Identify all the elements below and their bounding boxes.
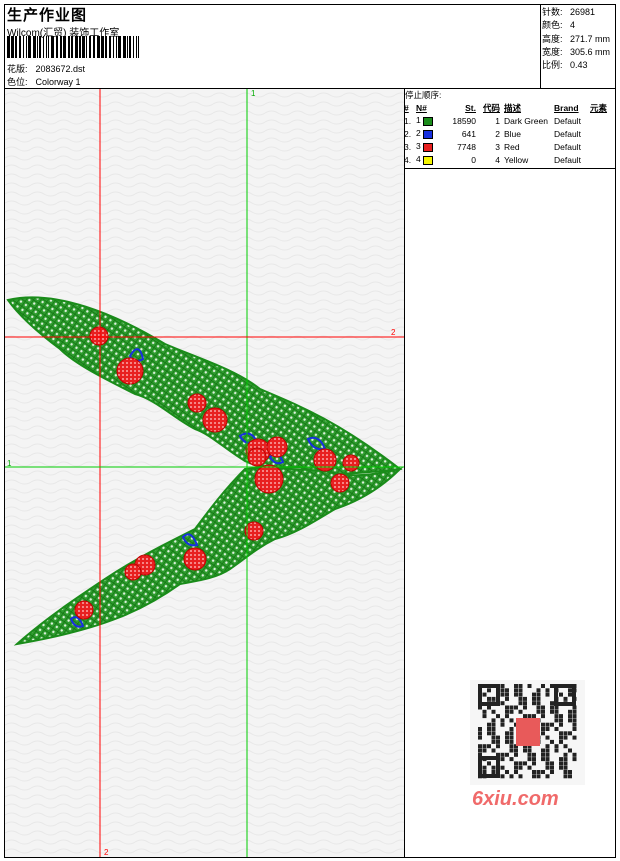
row-element: [590, 127, 616, 140]
stat-value: 26981: [570, 7, 596, 17]
row-stitches: 18590: [452, 115, 476, 126]
stats-divider: [540, 4, 541, 88]
stop-sequence-heading: 停止顺序:: [405, 90, 442, 100]
row-needle: 2: [416, 127, 446, 140]
row-needle: 4: [416, 153, 446, 166]
row-brand: Default: [554, 128, 581, 139]
stat-value: 271.7 mm: [570, 33, 611, 44]
col-header: #: [404, 102, 409, 113]
row-needle: 1: [416, 114, 446, 127]
stat-label: 颜色:: [542, 20, 563, 31]
colorway-value: Colorway 1: [35, 77, 81, 87]
row-index: 4.: [404, 154, 412, 165]
row-description: Red: [504, 141, 520, 152]
stat-value: 0.43: [570, 60, 588, 71]
col-header: N#: [416, 102, 427, 113]
stat-row: 比例: 0.43: [542, 59, 610, 72]
row-index: 3.: [404, 141, 412, 152]
guide-label-v1: 1: [251, 89, 256, 98]
stat-row: 针数: 26981: [542, 6, 610, 19]
color-swatch: [423, 129, 434, 139]
row-code: 3: [495, 141, 500, 152]
row-description: Blue: [504, 128, 522, 139]
guide-label-v2: 2: [104, 848, 109, 857]
table-row: 3. 3 7748 3 Red Default: [404, 140, 616, 153]
design-value: 2083672.dst: [35, 64, 86, 74]
row-description: Dark Green: [504, 115, 548, 126]
row-element: [590, 114, 616, 127]
table-row: 2. 2 641 2 Blue Default: [404, 127, 616, 140]
design-label: 花版:: [7, 64, 28, 74]
stat-row: 宽度: 305.6 mm: [542, 46, 610, 59]
design-stats: 针数: 26981 颜色: 4 高度: 271.7 mm 宽度: 305.6 mm 比例…: [542, 6, 610, 72]
design-canvas[interactable]: 1 2 1 2: [5, 89, 404, 857]
row-element: [590, 140, 616, 153]
canvas-divider: [404, 88, 405, 858]
stamp-seal: [516, 718, 540, 746]
stop-sequence-table: # N# St. 代码 描述 Brand 元素 1. 1 18590 1 Dark G…: [404, 101, 616, 166]
row-brand: Default: [554, 154, 581, 165]
stat-label: 宽度:: [542, 46, 563, 57]
row-code: 2: [495, 128, 500, 139]
design-row: 花版: 2083672.dst: [7, 62, 85, 75]
colorway-label: 色位:: [7, 77, 28, 87]
row-needle: 3: [416, 140, 446, 153]
barcode: [7, 36, 139, 58]
page-title: 生产作业图: [7, 7, 88, 24]
row-brand: Default: [554, 115, 581, 126]
row-brand: Default: [554, 141, 581, 152]
color-swatch: [423, 142, 434, 152]
color-swatch: [423, 116, 434, 126]
guide-label-h2: 2: [391, 328, 396, 337]
row-stitches: 7748: [457, 141, 476, 152]
qr-code: [470, 680, 585, 785]
col-header: Brand: [554, 102, 579, 113]
row-element: [590, 153, 616, 166]
col-header: 元素: [590, 102, 608, 113]
row-index: 1.: [404, 115, 412, 126]
table-row: 4. 4 0 4 Yellow Default: [404, 153, 616, 166]
stop-sequence-panel: 停止顺序: # N# St. 代码 描述 Brand 元素 1. 1 18590 1…: [404, 90, 616, 166]
col-header: St.: [465, 102, 476, 113]
row-code: 1: [495, 115, 500, 126]
col-header: 描述: [504, 102, 522, 113]
stat-label: 比例:: [542, 60, 563, 71]
col-header: 代码: [482, 102, 500, 113]
row-code: 4: [495, 154, 500, 165]
site-logo: 6xiu.com: [472, 788, 559, 810]
stat-row: 颜色: 4: [542, 19, 610, 32]
stat-row: 高度: 271.7 mm: [542, 33, 610, 46]
table-row: 1. 1 18590 1 Dark Green Default: [404, 114, 616, 127]
stat-value: 4: [570, 20, 576, 31]
table-divider: [404, 168, 616, 169]
row-index: 2.: [404, 128, 412, 139]
row-stitches: 641: [461, 128, 476, 139]
stat-value: 305.6 mm: [570, 46, 611, 57]
stat-label: 针数:: [542, 7, 563, 17]
guide-label-h1: 1: [7, 459, 12, 468]
row-stitches: 0: [471, 154, 476, 165]
color-swatch: [423, 155, 434, 165]
table-header-row: # N# St. 代码 描述 Brand 元素: [404, 101, 616, 114]
colorway-row: 色位: Colorway 1: [7, 75, 81, 88]
row-description: Yellow: [504, 154, 529, 165]
stat-label: 高度:: [542, 33, 563, 44]
